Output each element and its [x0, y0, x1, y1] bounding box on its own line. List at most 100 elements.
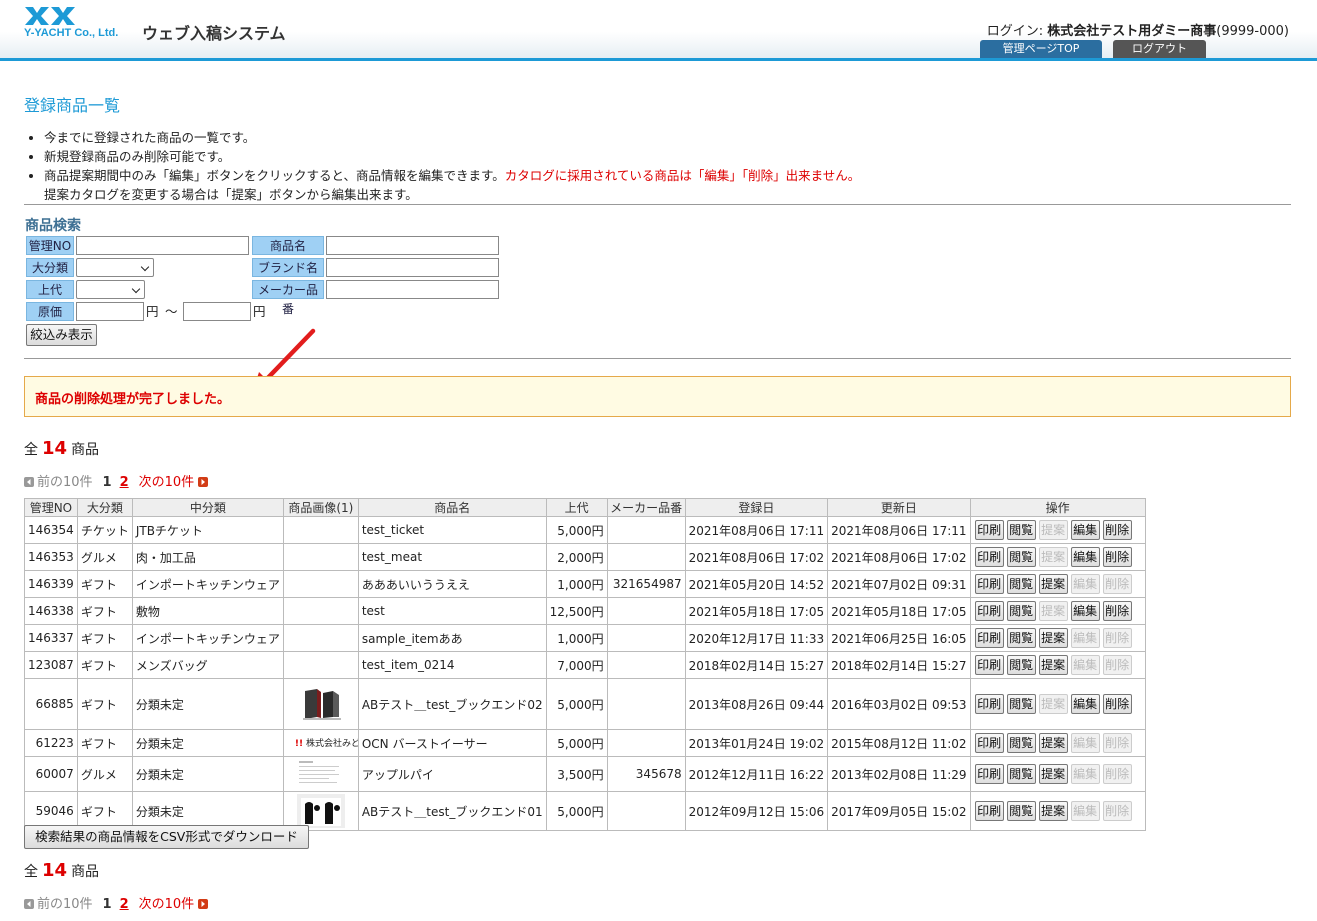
- delete-button[interactable]: 削除: [1102, 547, 1132, 567]
- view-button[interactable]: 閲覧: [1006, 733, 1036, 753]
- brand-input[interactable]: [326, 258, 499, 277]
- page-2-link[interactable]: 2: [120, 897, 129, 912]
- cell-updated: 2013年02月08日 11:29: [827, 756, 971, 792]
- table-body: 146354 チケット JTBチケット test_ticket 5,000円 2021年0…: [24, 516, 1146, 831]
- cell-image: [282, 543, 359, 571]
- price-select[interactable]: [76, 280, 145, 299]
- view-button[interactable]: 閲覧: [1006, 601, 1036, 621]
- pager-top: 前の10件 1 2 次の10件: [24, 471, 211, 490]
- cell-updated: 2021年06月25日 16:05: [827, 624, 971, 652]
- propose-button: 提案: [1038, 520, 1068, 540]
- system-title: ウェブ入稿システム: [142, 24, 286, 43]
- next-arrow-icon[interactable]: [198, 899, 209, 909]
- page-2-link[interactable]: 2: [120, 475, 129, 490]
- col-header: 商品名: [357, 498, 547, 517]
- view-button[interactable]: 閲覧: [1006, 694, 1036, 714]
- cost-min-input[interactable]: [76, 302, 144, 321]
- cell-product-name: test_ticket: [357, 516, 547, 544]
- cell-updated: 2018年02月14日 15:27: [827, 651, 971, 679]
- cell-updated: 2016年03月02日 09:53: [827, 678, 971, 730]
- cell-category: グルメ: [76, 756, 133, 792]
- mgmt-no-input[interactable]: [76, 236, 249, 255]
- print-button[interactable]: 印刷: [974, 547, 1004, 567]
- propose-button[interactable]: 提案: [1038, 733, 1068, 753]
- table-row: 123087 ギフト メンズバッグ test_item_0214 7,000円 2018年…: [24, 651, 1146, 679]
- cell-subcategory: JTBチケット: [131, 516, 284, 544]
- propose-button[interactable]: 提案: [1038, 764, 1068, 784]
- propose-button[interactable]: 提案: [1038, 801, 1068, 821]
- print-button[interactable]: 印刷: [974, 520, 1004, 540]
- next-arrow-icon[interactable]: [198, 477, 209, 487]
- delete-button[interactable]: 削除: [1102, 694, 1132, 714]
- propose-button[interactable]: 提案: [1038, 574, 1068, 594]
- view-button[interactable]: 閲覧: [1006, 574, 1036, 594]
- edit-button[interactable]: 編集: [1070, 547, 1100, 567]
- view-button[interactable]: 閲覧: [1006, 801, 1036, 821]
- cell-product-name: test_meat: [357, 543, 547, 571]
- print-button[interactable]: 印刷: [974, 628, 1004, 648]
- success-alert: 商品の削除処理が完了しました。: [24, 376, 1291, 417]
- cell-product-name: ABテスト＿test_ブックエンド01: [357, 791, 547, 831]
- propose-button: 提案: [1038, 694, 1068, 714]
- cell-price: 1,000円: [545, 570, 608, 598]
- cell-mgmt-no: 146354: [24, 516, 78, 544]
- print-button[interactable]: 印刷: [974, 733, 1004, 753]
- cell-image: [282, 597, 359, 625]
- login-code: (9999-000): [1216, 24, 1289, 39]
- cell-registered: 2018年02月14日 15:27: [684, 651, 829, 679]
- print-button[interactable]: 印刷: [974, 574, 1004, 594]
- label-price: 上代: [26, 280, 74, 299]
- csv-download-button[interactable]: 検索結果の商品情報をCSV形式でダウンロード: [24, 825, 309, 849]
- col-header: 商品画像(1): [282, 498, 359, 517]
- cell-maker-code: [606, 597, 686, 625]
- print-button[interactable]: 印刷: [974, 801, 1004, 821]
- print-button[interactable]: 印刷: [974, 601, 1004, 621]
- print-button[interactable]: 印刷: [974, 655, 1004, 675]
- cell-subcategory: 分類未定: [131, 678, 284, 730]
- cell-updated: 2021年05月18日 17:05: [827, 597, 971, 625]
- edit-button[interactable]: 編集: [1070, 601, 1100, 621]
- edit-button: 編集: [1070, 733, 1100, 753]
- edit-button[interactable]: 編集: [1070, 520, 1100, 540]
- view-button[interactable]: 閲覧: [1006, 520, 1036, 540]
- product-name-input[interactable]: [326, 236, 499, 255]
- propose-button[interactable]: 提案: [1038, 628, 1068, 648]
- delete-button: 削除: [1102, 801, 1132, 821]
- total-count-bottom: 全 14 商品: [24, 860, 99, 881]
- delete-button[interactable]: 削除: [1102, 520, 1132, 540]
- cell-operations: 印刷 閲覧 提案 編集 削除: [969, 570, 1146, 598]
- admin-top-button[interactable]: 管理ページTOP: [980, 40, 1102, 58]
- delete-button: 削除: [1102, 764, 1132, 784]
- operations-group: 印刷 閲覧 提案 編集 削除: [974, 655, 1142, 675]
- company-logo[interactable]: Y-YACHT Co., Ltd.: [24, 6, 132, 40]
- maker-code-input[interactable]: [326, 280, 499, 299]
- next-link[interactable]: 次の10件: [139, 475, 195, 490]
- logo-text: Y-YACHT Co., Ltd.: [24, 27, 119, 39]
- label-category: 大分類: [26, 258, 74, 277]
- cell-product-name: アップルパイ: [357, 756, 547, 792]
- cost-max-input[interactable]: [183, 302, 251, 321]
- print-button[interactable]: 印刷: [974, 764, 1004, 784]
- view-button[interactable]: 閲覧: [1006, 655, 1036, 675]
- cell-price: 7,000円: [545, 651, 608, 679]
- logout-button[interactable]: ログアウト: [1113, 40, 1206, 58]
- propose-button[interactable]: 提案: [1038, 655, 1068, 675]
- print-button[interactable]: 印刷: [974, 694, 1004, 714]
- cell-category: ギフト: [76, 570, 133, 598]
- view-button[interactable]: 閲覧: [1006, 628, 1036, 648]
- edit-button[interactable]: 編集: [1070, 694, 1100, 714]
- total-prefix: 全: [24, 442, 38, 458]
- category-select[interactable]: [76, 258, 154, 277]
- filter-button[interactable]: 絞込み表示: [26, 324, 97, 346]
- col-header: メーカー品番: [606, 498, 686, 517]
- view-button[interactable]: 閲覧: [1006, 764, 1036, 784]
- cell-product-name: ABテスト＿test_ブックエンド02: [357, 678, 547, 730]
- cell-operations: 印刷 閲覧 提案 編集 削除: [969, 756, 1146, 792]
- table-header-row: 管理NO 大分類 中分類 商品画像(1) 商品名 上代 メーカー品番 登録日 更…: [24, 498, 1146, 517]
- col-header: 中分類: [131, 498, 284, 517]
- cell-registered: 2012年09月12日 15:06: [684, 791, 829, 831]
- next-link[interactable]: 次の10件: [139, 897, 195, 912]
- view-button[interactable]: 閲覧: [1006, 547, 1036, 567]
- cell-registered: 2021年05月18日 17:05: [684, 597, 829, 625]
- delete-button[interactable]: 削除: [1102, 601, 1132, 621]
